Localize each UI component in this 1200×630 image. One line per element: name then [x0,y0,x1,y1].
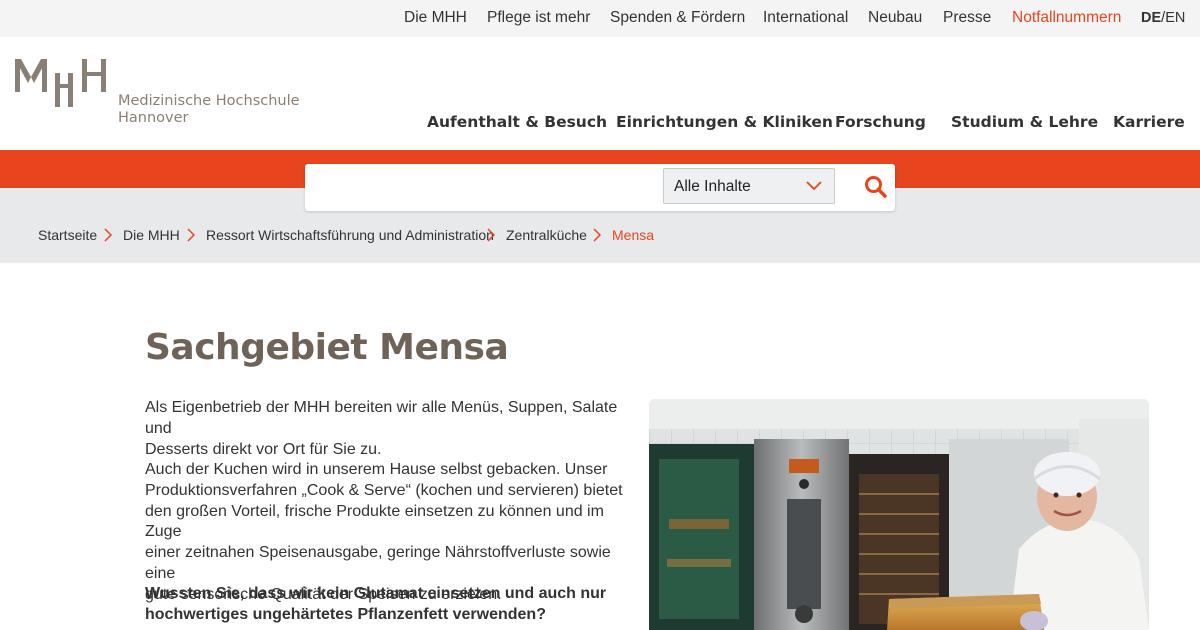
text-line: Als Eigenbetrieb der MHH bereiten wir al… [145,399,618,437]
logo-line-2: Hannover [118,110,189,126]
breadcrumb-ressort[interactable]: Ressort Wirtschaftsführung und Administr… [206,227,494,243]
mainnav-studium[interactable]: Studium & Lehre [951,113,1098,131]
text-line: Auch der Kuchen wird in unserem Hause se… [145,461,608,478]
text-line: hochwertiges ungehärtetes Pflanzenfett v… [145,605,546,623]
text-line: einer zeitnahen Speisenausgabe, geringe … [145,544,611,582]
breadcrumb-startseite[interactable]: Startseite [38,227,97,243]
text-line: Produktionsverfahren „Cook & Serve“ (koc… [145,481,623,499]
language-switcher: DE/EN [1141,10,1185,26]
lang-de[interactable]: DE [1141,10,1161,26]
mainnav-karriere[interactable]: Karriere [1113,113,1185,131]
text-line: Desserts direkt vor Ort für Sie zu. [145,440,382,458]
kitchen-photo [649,399,1149,630]
topnav-pflege[interactable]: Pflege ist mehr [487,9,590,27]
logo-line-1: Medizinische Hochschule [118,93,300,109]
chevron-right-icon [593,228,601,242]
breadcrumb-mensa: Mensa [612,227,655,243]
top-utility-bar: Die MHH Pflege ist mehr Spenden & Förder… [0,0,1200,37]
topnav-notfallnummern[interactable]: Notfallnummern [1012,9,1121,27]
intro-paragraph: Als Eigenbetrieb der MHH bereiten wir al… [145,398,627,460]
chevron-right-icon [187,228,195,242]
breadcrumb-zentralkueche[interactable]: Zentralküche [506,227,587,243]
search-scope-value: Alle Inhalte [674,178,751,195]
chevron-right-icon [487,228,495,242]
site-header: Medizinische Hochschule Hannover Aufenth… [0,37,1200,150]
mainnav-aufenthalt[interactable]: Aufenthalt & Besuch [427,113,607,131]
search-scope-select[interactable]: Alle Inhalte [663,168,835,204]
text-line: Wussten Sie, dass wir kein Glutamat eins… [145,585,607,602]
text-line: den großen Vorteil, frische Produkte ein… [145,502,604,541]
chevron-down-icon [806,181,822,191]
logo-wordmark[interactable]: Medizinische Hochschule Hannover [118,93,300,127]
topnav-international[interactable]: International [763,9,848,27]
chevron-right-icon [104,228,112,242]
cook-with-oven-image [649,399,1149,630]
page-title: Sachgebiet Mensa [145,327,509,368]
breadcrumb-die-mhh[interactable]: Die MHH [123,227,180,243]
mainnav-einrichtungen[interactable]: Einrichtungen & Kliniken [616,113,833,131]
search-icon[interactable] [863,174,889,200]
topnav-die-mhh[interactable]: Die MHH [404,9,467,27]
search-box: Alle Inhalte [305,164,895,211]
search-input[interactable] [313,172,658,204]
topnav-spenden[interactable]: Spenden & Fördern [610,9,745,27]
mhh-logo-icon[interactable] [15,59,107,109]
lang-en[interactable]: EN [1165,10,1185,26]
topnav-presse[interactable]: Presse [943,9,991,27]
glutamat-paragraph: Wussten Sie, dass wir kein Glutamat eins… [145,584,627,626]
topnav-neubau[interactable]: Neubau [868,9,922,27]
mainnav-forschung[interactable]: Forschung [835,113,926,131]
